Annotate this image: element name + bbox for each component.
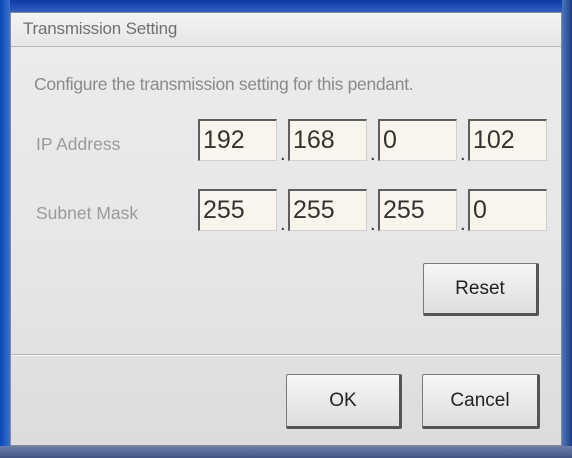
screen-bezel-top (0, 0, 572, 12)
ip-dot-separator: . (280, 143, 286, 165)
subnet-dot-separator: . (370, 213, 376, 235)
ip-address-label: IP Address (36, 134, 121, 154)
transmission-setting-dialog: Transmission Setting Configure the trans… (10, 12, 562, 446)
subnet-mask-label: Subnet Mask (36, 203, 139, 223)
ip-dot-separator: . (370, 143, 376, 165)
subnet-dot-separator: . (460, 213, 466, 235)
ip-dot-separator: . (460, 143, 466, 165)
button-area-divider (11, 354, 561, 356)
cancel-button[interactable]: Cancel (422, 374, 540, 429)
screen-bezel-bottom (0, 446, 572, 458)
screen-bezel-right (562, 0, 572, 458)
subnet-dot-separator: . (280, 213, 286, 235)
subnet-octet-4-field[interactable]: 0 (468, 189, 547, 231)
ip-octet-1-field[interactable]: 192 (198, 119, 277, 161)
dialog-title: Transmission Setting (23, 19, 178, 38)
reset-button[interactable]: Reset (423, 263, 539, 316)
subnet-octet-1-field[interactable]: 255 (198, 189, 277, 231)
ip-octet-2-field[interactable]: 168 (288, 119, 367, 161)
dialog-titlebar: Transmission Setting (11, 13, 561, 47)
ip-octet-4-field[interactable]: 102 (468, 119, 547, 161)
ip-octet-3-field[interactable]: 0 (378, 119, 457, 161)
subnet-octet-2-field[interactable]: 255 (288, 189, 367, 231)
subnet-octet-3-field[interactable]: 255 (378, 189, 457, 231)
dialog-description: Configure the transmission setting for t… (34, 74, 414, 94)
screen-bezel-left (0, 0, 10, 458)
ok-button[interactable]: OK (286, 374, 402, 429)
